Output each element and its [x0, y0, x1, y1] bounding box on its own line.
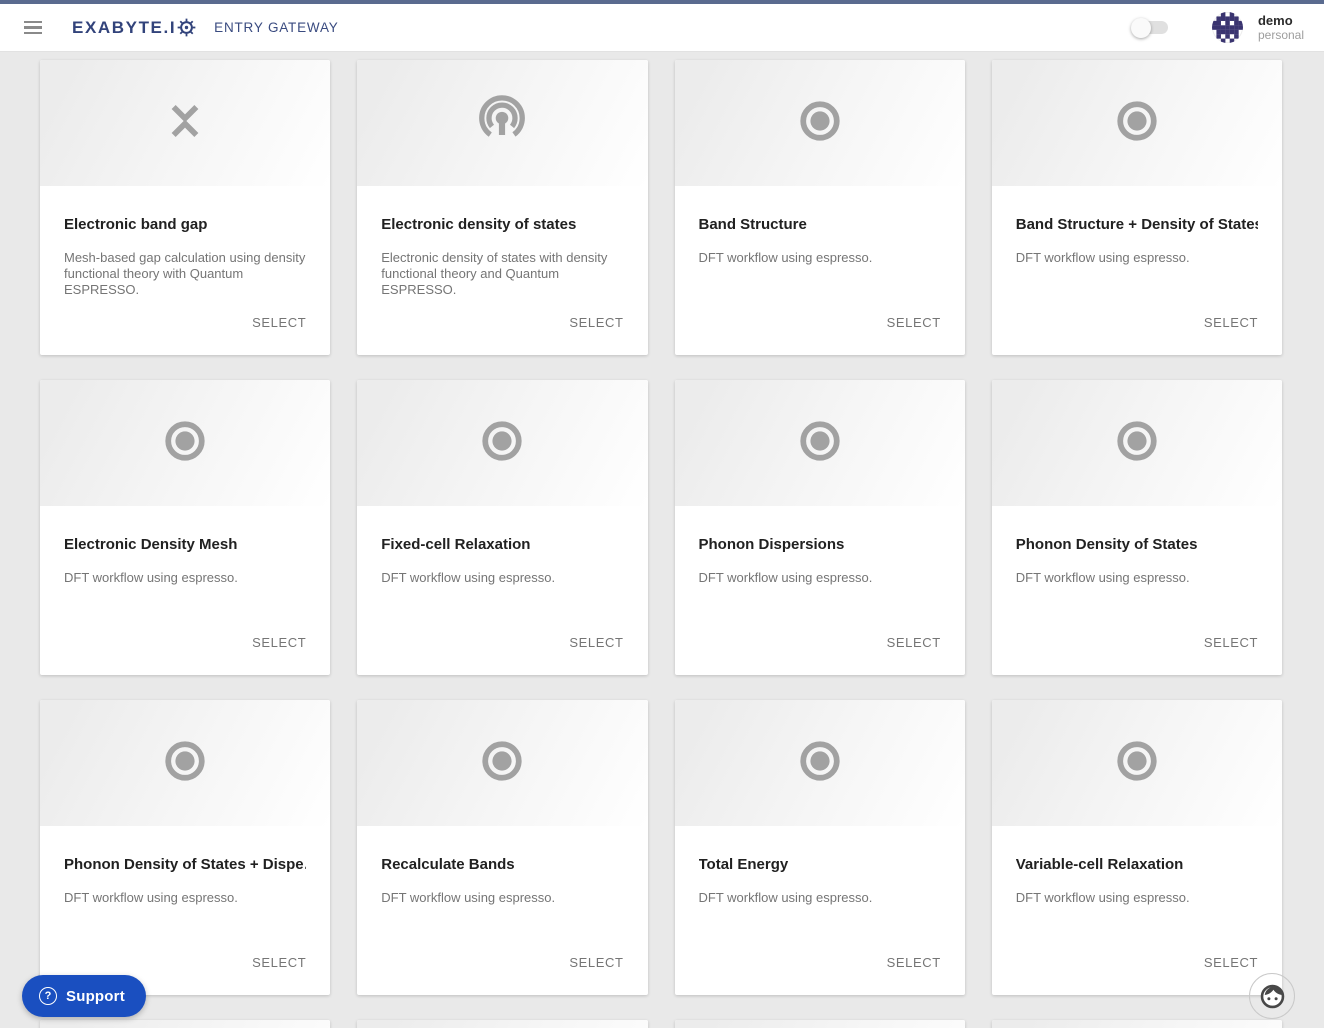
select-button[interactable]: SELECT — [569, 631, 623, 654]
workflow-card-partial — [357, 1020, 648, 1028]
select-button[interactable]: SELECT — [252, 311, 306, 334]
workflow-card-partial — [40, 1020, 331, 1028]
face-icon — [1260, 984, 1284, 1008]
chat-face-button[interactable] — [1249, 973, 1295, 1019]
brand-logo-text: EXABYTE.I — [72, 17, 177, 37]
question-mark-icon: ? — [39, 987, 57, 1005]
select-button[interactable]: SELECT — [887, 631, 941, 654]
bullseye-icon — [797, 418, 843, 469]
avatar[interactable] — [1211, 12, 1243, 43]
card-media — [357, 60, 648, 186]
bullseye-icon — [797, 98, 843, 149]
support-button[interactable]: ? Support — [22, 975, 146, 1017]
bullseye-icon — [1114, 98, 1160, 149]
card-media — [991, 380, 1282, 506]
card-media — [991, 60, 1282, 186]
user-info[interactable]: demo personal — [1258, 13, 1304, 43]
card-description: DFT workflow using espresso. — [698, 570, 873, 585]
page-title: ENTRY GATEWAY — [214, 20, 339, 35]
band-gap-icon — [164, 100, 206, 147]
card-description: DFT workflow using espresso. — [1015, 250, 1190, 265]
broadcast-icon — [475, 94, 529, 153]
workflow-card: Band Structure + Density of States DFT w… — [991, 60, 1282, 355]
user-account-type: personal — [1257, 28, 1304, 43]
bullseye-icon — [479, 738, 525, 789]
workflow-card: Phonon Density of States + Dispe… DFT wo… — [40, 700, 331, 995]
card-media — [40, 60, 331, 186]
theme-toggle[interactable] — [1130, 17, 1168, 38]
card-description: DFT workflow using espresso. — [698, 890, 873, 905]
card-title: Total Energy — [698, 856, 789, 873]
workflow-card-grid: Electronic band gap Mesh-based gap calcu… — [0, 52, 1324, 1028]
select-button[interactable]: SELECT — [887, 951, 941, 974]
card-media — [674, 700, 965, 826]
select-button[interactable]: SELECT — [1204, 311, 1258, 334]
select-button[interactable]: SELECT — [887, 311, 941, 334]
card-description: DFT workflow using espresso. — [1015, 570, 1190, 585]
card-description: DFT workflow using espresso. — [381, 890, 556, 905]
card-title: Band Structure — [698, 216, 807, 233]
bullseye-icon — [162, 738, 208, 789]
card-title: Variable-cell Relaxation — [1015, 856, 1184, 873]
bullseye-icon — [1114, 418, 1160, 469]
bullseye-icon — [479, 418, 525, 469]
card-title: Fixed-cell Relaxation — [381, 536, 531, 553]
card-media — [40, 380, 331, 506]
select-button[interactable]: SELECT — [252, 951, 306, 974]
workflow-card: Recalculate Bands DFT workflow using esp… — [357, 700, 648, 995]
card-media — [357, 380, 648, 506]
card-title: Phonon Dispersions — [698, 536, 845, 553]
card-title: Electronic Density Mesh — [64, 536, 238, 553]
card-description: Mesh-based gap calculation using density… — [64, 250, 306, 297]
workflow-card: Electronic density of states Electronic … — [357, 60, 648, 355]
card-title: Recalculate Bands — [381, 856, 515, 873]
select-button[interactable]: SELECT — [1204, 951, 1258, 974]
card-description: DFT workflow using espresso. — [64, 570, 238, 585]
app-header: EXABYTE.I ENTRY GATEWAY demo personal — [0, 4, 1324, 52]
card-description: DFT workflow using espresso. — [381, 570, 556, 585]
bullseye-icon — [797, 738, 843, 789]
select-button[interactable]: SELECT — [252, 631, 306, 654]
card-description: Electronic density of states with densit… — [381, 250, 608, 297]
workflow-card: Phonon Density of States DFT workflow us… — [991, 380, 1282, 675]
card-title: Phonon Density of States — [1015, 536, 1198, 553]
workflow-card-partial — [674, 1020, 965, 1028]
bullseye-icon — [162, 418, 208, 469]
hamburger-menu-icon[interactable] — [16, 11, 50, 45]
brand-logo[interactable]: EXABYTE.I — [72, 18, 196, 38]
toggle-knob[interactable] — [1130, 17, 1151, 38]
card-media — [991, 700, 1282, 826]
workflow-card-partial — [991, 1020, 1282, 1028]
card-title: Phonon Density of States + Dispe… — [64, 856, 307, 873]
card-media — [40, 700, 331, 826]
workflow-card: Fixed-cell Relaxation DFT workflow using… — [357, 380, 648, 675]
workflow-card: Phonon Dispersions DFT workflow using es… — [674, 380, 965, 675]
card-description: DFT workflow using espresso. — [1015, 890, 1190, 905]
select-button[interactable]: SELECT — [569, 951, 623, 974]
select-button[interactable]: SELECT — [1204, 631, 1258, 654]
card-media — [674, 380, 965, 506]
user-name: demo — [1257, 12, 1293, 28]
card-media — [357, 700, 648, 826]
workflow-card: Electronic Density Mesh DFT workflow usi… — [40, 380, 331, 675]
card-title: Band Structure + Density of States — [1015, 216, 1258, 233]
workflow-card: Band Structure DFT workflow using espres… — [674, 60, 965, 355]
card-title: Electronic band gap — [64, 216, 208, 233]
card-title: Electronic density of states — [381, 216, 577, 233]
workflow-card: Variable-cell Relaxation DFT workflow us… — [991, 700, 1282, 995]
gear-logo-icon — [177, 18, 196, 37]
workflow-card: Electronic band gap Mesh-based gap calcu… — [40, 60, 331, 355]
select-button[interactable]: SELECT — [569, 311, 623, 334]
card-description: DFT workflow using espresso. — [698, 250, 873, 265]
support-button-label: Support — [66, 987, 125, 1005]
workflow-card: Total Energy DFT workflow using espresso… — [674, 700, 965, 995]
bullseye-icon — [1114, 738, 1160, 789]
card-description: DFT workflow using espresso. — [64, 890, 238, 905]
card-media — [674, 60, 965, 186]
